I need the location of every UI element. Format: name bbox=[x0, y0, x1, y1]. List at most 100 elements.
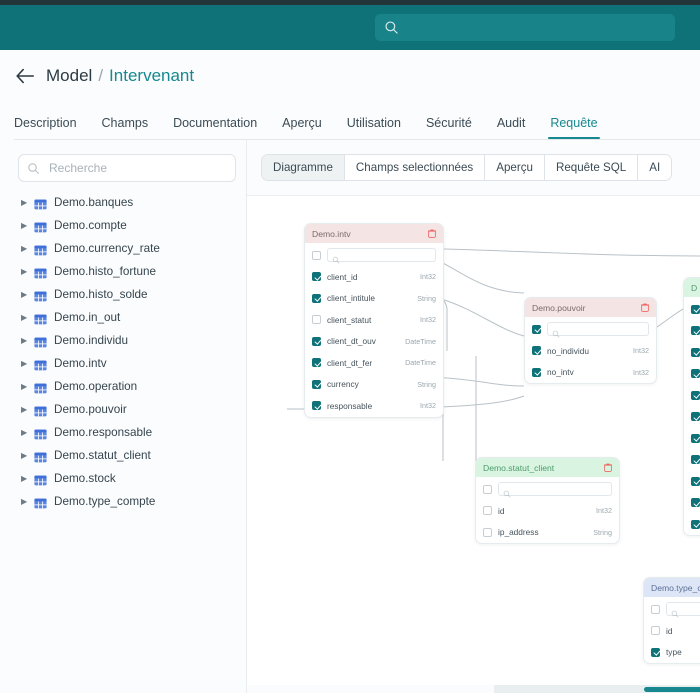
diagram-canvas[interactable]: Demo.intv client_id Int32 client_intitul… bbox=[247, 195, 700, 685]
node-search-row[interactable] bbox=[644, 597, 700, 620]
field-checkbox[interactable] bbox=[312, 379, 321, 389]
chevron-right-icon[interactable]: ▶ bbox=[21, 221, 32, 230]
node-field-row[interactable]: currency String bbox=[305, 374, 443, 396]
node-field-row[interactable] bbox=[684, 492, 700, 514]
sidebar-item-demo-statut-client[interactable]: ▶ Demo.statut_client bbox=[18, 444, 236, 467]
chevron-right-icon[interactable]: ▶ bbox=[21, 382, 32, 391]
select-all-checkbox[interactable] bbox=[312, 250, 321, 260]
sidebar-item-demo-currency-rate[interactable]: ▶ Demo.currency_rate bbox=[18, 237, 236, 260]
node-field-row[interactable]: client_dt_fer DateTime bbox=[305, 352, 443, 374]
sidebar-search[interactable] bbox=[18, 154, 236, 182]
diagram-node-type_compte[interactable]: Demo.type_co id type bbox=[643, 577, 700, 664]
node-field-row[interactable]: id Int32 bbox=[476, 500, 619, 522]
node-search-input[interactable] bbox=[327, 248, 436, 264]
node-field-row[interactable] bbox=[684, 385, 700, 407]
node-search-input[interactable] bbox=[666, 602, 700, 618]
diagram-node-pouvoir[interactable]: Demo.pouvoir no_individu Int32 no_intv I… bbox=[524, 297, 657, 384]
global-search-input[interactable] bbox=[406, 19, 666, 36]
sidebar-item-demo-stock[interactable]: ▶ Demo.stock bbox=[18, 467, 236, 490]
chevron-right-icon[interactable]: ▶ bbox=[21, 497, 32, 506]
field-checkbox[interactable] bbox=[312, 401, 321, 411]
chevron-right-icon[interactable]: ▶ bbox=[21, 451, 32, 460]
field-checkbox[interactable] bbox=[691, 326, 700, 336]
chevron-right-icon[interactable]: ▶ bbox=[21, 313, 32, 322]
node-header[interactable]: Demo.type_co bbox=[644, 578, 700, 597]
node-field-row[interactable]: client_dt_ouv DateTime bbox=[305, 331, 443, 353]
field-checkbox[interactable] bbox=[312, 358, 321, 368]
global-search[interactable] bbox=[375, 14, 675, 41]
chevron-right-icon[interactable]: ▶ bbox=[21, 290, 32, 299]
delete-icon[interactable] bbox=[641, 303, 649, 312]
node-search-row[interactable] bbox=[476, 477, 619, 500]
tab-documentation[interactable]: Documentation bbox=[173, 116, 269, 139]
select-all-checkbox[interactable] bbox=[691, 304, 700, 314]
field-checkbox[interactable] bbox=[483, 506, 492, 516]
node-field-row[interactable]: type bbox=[644, 642, 700, 664]
select-all-checkbox[interactable] bbox=[651, 604, 660, 614]
chevron-right-icon[interactable]: ▶ bbox=[21, 428, 32, 437]
field-checkbox[interactable] bbox=[691, 347, 700, 357]
node-field-row[interactable] bbox=[684, 406, 700, 428]
node-field-row[interactable]: ip_address String bbox=[476, 522, 619, 544]
sidebar-item-demo-histo-solde[interactable]: ▶ Demo.histo_solde bbox=[18, 283, 236, 306]
tab-apercu[interactable]: Aperçu bbox=[282, 116, 334, 139]
node-field-row[interactable]: responsable Int32 bbox=[305, 395, 443, 417]
node-field-row[interactable] bbox=[684, 342, 700, 364]
node-search-input[interactable] bbox=[498, 482, 612, 498]
field-checkbox[interactable] bbox=[691, 412, 700, 422]
node-field-row[interactable]: client_id Int32 bbox=[305, 266, 443, 288]
node-header[interactable]: Demo.statut_client bbox=[476, 458, 619, 477]
node-search-input[interactable] bbox=[547, 322, 649, 338]
chevron-right-icon[interactable]: ▶ bbox=[21, 198, 32, 207]
tab-requete-sql[interactable]: Requête SQL bbox=[544, 155, 639, 180]
chevron-right-icon[interactable]: ▶ bbox=[21, 474, 32, 483]
sidebar-item-demo-in-out[interactable]: ▶ Demo.in_out bbox=[18, 306, 236, 329]
node-field-row[interactable] bbox=[684, 428, 700, 450]
field-checkbox[interactable] bbox=[691, 476, 700, 486]
chevron-right-icon[interactable]: ▶ bbox=[21, 267, 32, 276]
field-checkbox[interactable] bbox=[532, 367, 541, 377]
node-search-row[interactable] bbox=[305, 243, 443, 266]
field-checkbox[interactable] bbox=[312, 315, 321, 325]
node-field-row[interactable]: no_individu Int32 bbox=[525, 340, 656, 362]
tab-description[interactable]: Description bbox=[14, 116, 89, 139]
select-all-checkbox[interactable] bbox=[483, 484, 492, 494]
field-checkbox[interactable] bbox=[691, 455, 700, 465]
sidebar-item-demo-compte[interactable]: ▶ Demo.compte bbox=[18, 214, 236, 237]
node-field-row[interactable] bbox=[684, 449, 700, 471]
node-field-row[interactable]: id bbox=[644, 620, 700, 642]
node-header[interactable]: D bbox=[684, 278, 700, 297]
sidebar-item-demo-individu[interactable]: ▶ Demo.individu bbox=[18, 329, 236, 352]
field-checkbox[interactable] bbox=[651, 626, 660, 636]
tab-audit[interactable]: Audit bbox=[497, 116, 538, 139]
sidebar-item-demo-operation[interactable]: ▶ Demo.operation bbox=[18, 375, 236, 398]
node-field-row[interactable] bbox=[684, 514, 700, 536]
field-checkbox[interactable] bbox=[651, 647, 660, 657]
node-header[interactable]: Demo.pouvoir bbox=[525, 298, 656, 317]
sidebar-item-demo-pouvoir[interactable]: ▶ Demo.pouvoir bbox=[18, 398, 236, 421]
sidebar-item-demo-responsable[interactable]: ▶ Demo.responsable bbox=[18, 421, 236, 444]
diagram-node-statut_client[interactable]: Demo.statut_client id Int32 ip_address S… bbox=[475, 457, 620, 544]
node-field-row[interactable] bbox=[684, 320, 700, 342]
chevron-right-icon[interactable]: ▶ bbox=[21, 336, 32, 345]
diagram-node-intv[interactable]: Demo.intv client_id Int32 client_intitul… bbox=[304, 223, 444, 418]
tab-utilisation[interactable]: Utilisation bbox=[347, 116, 413, 139]
node-field-row[interactable]: client_intitule String bbox=[305, 288, 443, 310]
breadcrumb-root[interactable]: Model bbox=[46, 66, 92, 86]
sidebar-item-demo-type-compte[interactable]: ▶ Demo.type_compte bbox=[18, 490, 236, 513]
chevron-right-icon[interactable]: ▶ bbox=[21, 359, 32, 368]
tab-securite[interactable]: Sécurité bbox=[426, 116, 484, 139]
field-checkbox[interactable] bbox=[483, 527, 492, 537]
select-all-checkbox[interactable] bbox=[532, 324, 541, 334]
node-search-row[interactable] bbox=[684, 297, 700, 320]
chevron-right-icon[interactable]: ▶ bbox=[21, 244, 32, 253]
tab-champs-selectionnes[interactable]: Champs selectionnées bbox=[344, 155, 486, 180]
back-arrow-icon[interactable] bbox=[14, 65, 36, 87]
field-checkbox[interactable] bbox=[691, 390, 700, 400]
tab-ai[interactable]: AI bbox=[638, 155, 672, 180]
field-checkbox[interactable] bbox=[691, 433, 700, 443]
chevron-right-icon[interactable]: ▶ bbox=[21, 405, 32, 414]
horizontal-scrollbar[interactable] bbox=[494, 685, 700, 693]
node-header[interactable]: Demo.intv bbox=[305, 224, 443, 243]
node-search-row[interactable] bbox=[525, 317, 656, 340]
